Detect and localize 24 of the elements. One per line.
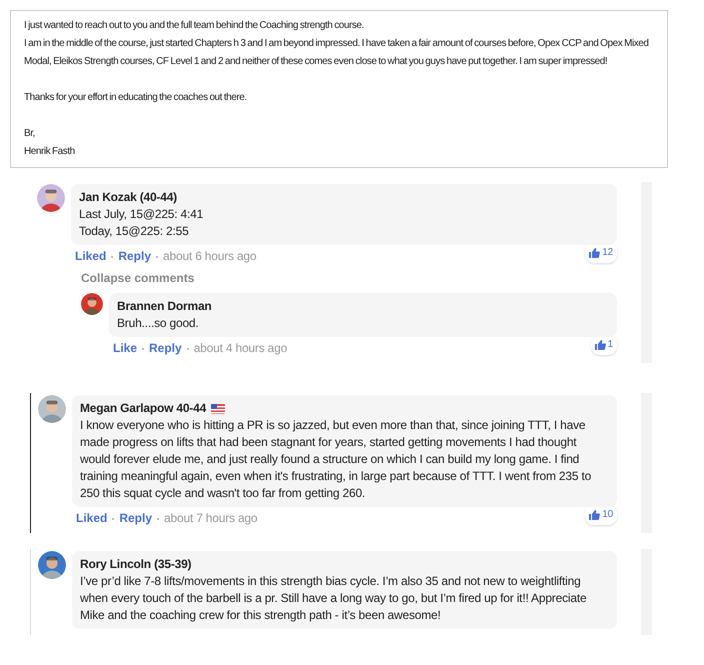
author-name: Brannen Dorman bbox=[117, 298, 212, 315]
like-link[interactable]: Liked bbox=[76, 510, 108, 527]
author-name: Megan Garlapow 40-44 bbox=[80, 400, 206, 417]
email-line: Henrik Fasth bbox=[24, 145, 76, 159]
comment-text: Last July, 15@225: 4:41 bbox=[79, 206, 204, 223]
email-line: Thanks for your effort in educating the coaches out there. bbox=[24, 91, 248, 105]
like-link[interactable]: Like bbox=[113, 340, 138, 357]
author-name: Jan Kozak (40-44) bbox=[79, 189, 177, 206]
timestamp: about 4 hours ago bbox=[194, 340, 288, 357]
timestamp: about 6 hours ago bbox=[163, 248, 256, 265]
email-line: Br, bbox=[24, 127, 36, 141]
like-link[interactable]: Liked bbox=[75, 248, 106, 265]
reply-link[interactable]: Reply bbox=[149, 340, 182, 357]
timestamp: about 7 hours ago bbox=[164, 510, 258, 527]
reply-link[interactable]: Reply bbox=[118, 248, 152, 265]
email-line: I just wanted to reach out to you and the full team behind the Coaching strength course. bbox=[24, 19, 365, 33]
author-name: Rory Lincoln (35-39) bbox=[80, 556, 192, 573]
reply-link[interactable]: Reply bbox=[119, 510, 152, 527]
collapse-comments-link[interactable]: Collapse comments bbox=[81, 271, 194, 285]
email-line: I am in the middle of the course, just started Chapters h 3 and I am beyond impressed. I have taken a fair amount of courses before, Opex CCP and Opex Mixed Modal, Eleikos Strength courses, CF Level 1 and 2 and neither of these comes even close to what you guys have put together. I am super impressed! bbox=[24, 37, 650, 69]
comment-text: Today, 15@225: 2:55 bbox=[79, 223, 190, 240]
comment-text: I know everyone who is hitting a PR is so jazzed, but even more than that, since joining TTT, I have made progress on lifts that had been stagnant for years, started getting movements I had thought would forever elude me, and just really found a structure on which I can build my long game. I find training meaningful again, even when it's frustrating, in large part because of TTT. I went from 235 to 250 this squat cycle and wasn't too far from getting 260. bbox=[80, 417, 592, 502]
comment-text: Bruh....so good. bbox=[117, 315, 200, 332]
comment-text: I’ve pr’d like 7-8 lifts/movements in this strength bias cycle. I’m also 35 and not new to weightlifting when every touch of the barbell is a pr. Still have a long way to go, but I’m fired up for it!! Appreciate Mike and the coaching crew for this strength path - it’s been awesome! bbox=[80, 573, 588, 624]
